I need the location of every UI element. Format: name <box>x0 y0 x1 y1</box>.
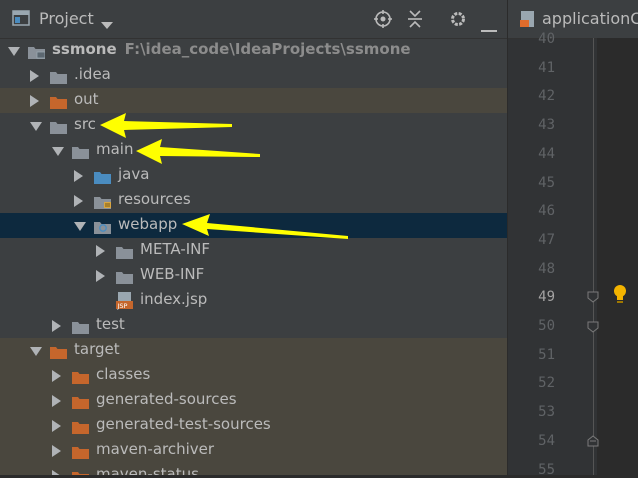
line-number: 52 <box>538 375 555 392</box>
line-number: 43 <box>538 117 555 134</box>
line-number: 44 <box>538 145 555 162</box>
lightbulb-icon[interactable] <box>612 284 628 308</box>
annotation-arrow-main <box>136 139 260 164</box>
line-number: 54 <box>538 432 555 449</box>
fold-marker-icon[interactable] <box>586 433 600 452</box>
code-editor-area[interactable] <box>597 38 638 475</box>
line-number: 45 <box>538 174 555 191</box>
line-number: 47 <box>538 231 555 248</box>
line-number: 42 <box>538 88 555 105</box>
project-tool-window: Project ssmone F:\idea_code\IdeaProjects\… <box>0 0 507 475</box>
line-number: 50 <box>538 318 555 334</box>
line-number: 40 <box>538 31 555 47</box>
editor-tab-label[interactable]: applicationCo <box>542 9 638 28</box>
line-number: 53 <box>538 404 555 421</box>
annotation-layer <box>100 113 348 239</box>
gutter-divider <box>593 38 594 475</box>
line-number: 51 <box>538 346 555 363</box>
annotation-arrow-src <box>100 113 232 138</box>
annotation-arrow-webapp <box>182 214 348 239</box>
line-number: 49 <box>538 289 555 306</box>
line-number: 46 <box>538 203 555 220</box>
line-number: 48 <box>538 260 555 277</box>
fold-marker-icon[interactable] <box>586 319 600 338</box>
line-number: 41 <box>538 59 555 76</box>
fold-marker-icon[interactable] <box>586 289 600 308</box>
xml-file-icon <box>520 11 536 32</box>
line-number: 55 <box>538 461 555 478</box>
